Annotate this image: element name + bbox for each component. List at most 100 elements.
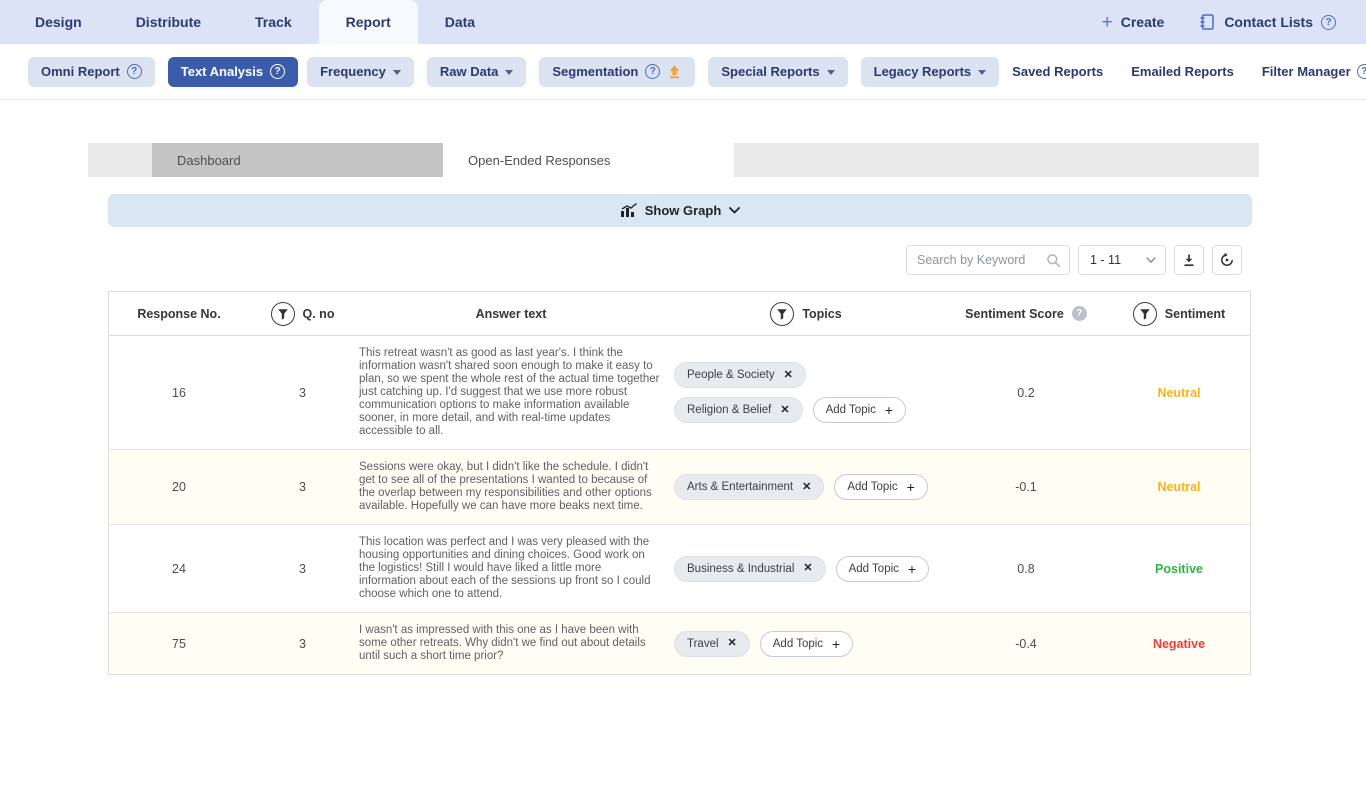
bar-chart-icon (620, 203, 637, 218)
show-graph-toggle[interactable]: Show Graph (108, 194, 1252, 227)
toolbar-link[interactable]: Saved Reports (1012, 64, 1103, 79)
help-icon[interactable] (1072, 306, 1087, 321)
q-no-cell: 3 (249, 613, 356, 674)
close-icon[interactable]: ✕ (784, 370, 793, 381)
chevron-down-icon (505, 70, 513, 75)
create-button[interactable]: + Create (1102, 13, 1165, 32)
search-input[interactable] (917, 253, 1046, 267)
table-row: 16 3 This retreat wasn't as good as last… (109, 336, 1250, 450)
topics-cell: Arts & Entertainment ✕ Add Topic + (666, 450, 946, 524)
toolbar-button[interactable]: Legacy Reports (861, 57, 1000, 87)
add-topic-button[interactable]: Add Topic + (836, 556, 929, 582)
table-body: 16 3 This retreat wasn't as good as last… (109, 336, 1250, 674)
history-button[interactable] (1212, 245, 1242, 275)
topic-tag[interactable]: Business & Industrial ✕ (674, 556, 826, 582)
sentiment-value: Neutral (1157, 386, 1200, 400)
toolbar-button[interactable]: Frequency (307, 57, 414, 87)
plus-icon: + (1102, 13, 1113, 32)
chevron-down-icon (729, 207, 740, 214)
contact-lists-label: Contact Lists (1224, 14, 1313, 30)
add-topic-button[interactable]: Add Topic + (760, 631, 853, 657)
header-score-label: Sentiment Score (965, 307, 1064, 321)
sentiment-cell: Neutral (1106, 336, 1252, 449)
topic-tag-label: Travel (687, 638, 719, 650)
topic-tag-label: Business & Industrial (687, 563, 794, 575)
response-no-cell: 24 (109, 525, 249, 612)
close-icon[interactable]: ✕ (802, 482, 811, 493)
filter-icon[interactable] (271, 302, 295, 326)
nav-item[interactable]: Distribute (109, 0, 228, 44)
nav-item[interactable]: Design (8, 0, 109, 44)
toolbar-button-label: Segmentation (552, 64, 638, 79)
filter-icon[interactable] (1133, 302, 1157, 326)
close-icon[interactable]: ✕ (803, 563, 812, 574)
nav-item-label: Track (255, 14, 292, 30)
toolbar-button[interactable]: Special Reports (708, 57, 847, 87)
close-icon[interactable]: ✕ (728, 638, 737, 649)
chevron-down-icon (978, 70, 986, 75)
view-tab-label: Dashboard (177, 153, 241, 168)
add-topic-label: Add Topic (773, 638, 823, 650)
nav-item[interactable]: Data (418, 0, 502, 44)
page-range-select[interactable]: 1 - 11 (1078, 245, 1166, 275)
nav-item[interactable]: Track (228, 0, 319, 44)
response-no-value: 24 (172, 562, 186, 576)
answer-text-value: Sessions were okay, but I didn't like th… (359, 461, 660, 513)
answer-text-cell: This location was perfect and I was very… (356, 525, 666, 612)
help-icon[interactable] (645, 64, 660, 79)
close-icon[interactable]: ✕ (780, 405, 789, 416)
toolbar-link[interactable]: Emailed Reports (1131, 64, 1234, 79)
topic-tag-label: Religion & Belief (687, 404, 771, 416)
plus-icon: + (832, 637, 840, 651)
create-label: Create (1121, 14, 1165, 30)
topic-tag-label: People & Society (687, 369, 775, 381)
search-icon[interactable] (1046, 253, 1061, 268)
sentiment-value: Negative (1153, 637, 1205, 651)
page-range-value: 1 - 11 (1090, 253, 1121, 267)
q-no-value: 3 (299, 562, 306, 576)
keyword-search (906, 245, 1070, 275)
help-icon[interactable] (1321, 15, 1336, 30)
answer-text-value: I wasn't as impressed with this one as I… (359, 624, 660, 663)
plus-icon: + (908, 562, 916, 576)
toolbar-button[interactable]: Text Analysis (168, 57, 298, 87)
topnav-actions: + Create Contact Lists (1102, 0, 1366, 44)
primary-nav: DesignDistribute Track ReportData (0, 0, 502, 44)
toolbar-button-label: Omni Report (41, 64, 120, 79)
toolbar-button-label: Special Reports (721, 64, 819, 79)
nav-item[interactable]: Report (319, 0, 418, 44)
add-topic-button[interactable]: Add Topic + (834, 474, 927, 500)
sentiment-score-cell: -0.4 (946, 613, 1106, 674)
contact-lists-button[interactable]: Contact Lists (1198, 13, 1336, 31)
add-topic-button[interactable]: Add Topic + (813, 397, 906, 423)
sentiment-score-value: 0.2 (1017, 386, 1034, 400)
help-icon[interactable] (270, 64, 285, 79)
top-navigation: DesignDistribute Track ReportData + Create… (0, 0, 1366, 44)
toolbar-button[interactable]: Omni Report (28, 57, 155, 87)
topic-tag[interactable]: People & Society ✕ (674, 362, 806, 388)
help-icon[interactable] (127, 64, 142, 79)
answer-text-cell: This retreat wasn't as good as last year… (356, 336, 666, 449)
response-no-cell: 75 (109, 613, 249, 674)
topic-tag[interactable]: Religion & Belief ✕ (674, 397, 803, 423)
filter-icon[interactable] (770, 302, 794, 326)
upgrade-icon (667, 64, 682, 79)
toolbar-button[interactable]: Raw Data (427, 57, 527, 87)
help-icon[interactable] (1357, 64, 1366, 79)
header-answer-text: Answer text (356, 292, 666, 335)
topic-tag[interactable]: Travel ✕ (674, 631, 750, 657)
chevron-down-icon (393, 70, 401, 75)
toolbar-button[interactable]: Segmentation (539, 57, 695, 87)
table-row: 24 3 This location was perfect and I was… (109, 525, 1250, 613)
plus-icon: + (907, 480, 915, 494)
q-no-cell: 3 (249, 336, 356, 449)
view-tab-label: Open-Ended Responses (468, 153, 610, 168)
toolbar-link[interactable]: Filter Manager (1262, 64, 1366, 79)
download-button[interactable] (1174, 245, 1204, 275)
view-tab[interactable]: Dashboard (152, 143, 443, 177)
view-tab[interactable]: Open-Ended Responses (443, 143, 734, 177)
q-no-cell: 3 (249, 525, 356, 612)
toolbar-button-label: Raw Data (440, 64, 499, 79)
table-row: 75 3 I wasn't as impressed with this one… (109, 613, 1250, 674)
topic-tag[interactable]: Arts & Entertainment ✕ (674, 474, 824, 500)
